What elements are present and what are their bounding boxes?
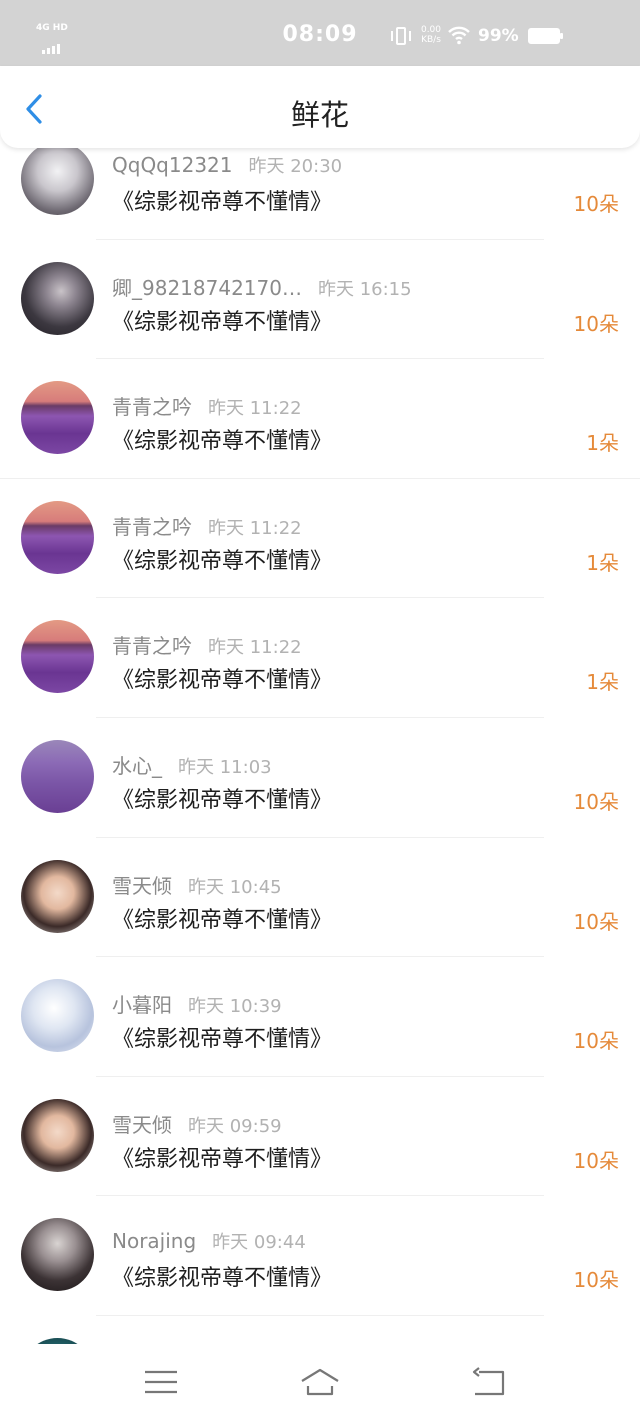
flower-count: 1朵 [586,550,619,575]
avatar[interactable] [21,1218,94,1292]
vibrate-icon [390,26,412,46]
menu-icon[interactable] [141,1366,181,1398]
user-name: 青青之吟 昨天 11:22 [112,514,302,539]
flower-count: 10朵 [573,1029,619,1054]
avatar[interactable] [21,620,94,694]
book-title: 《综影视帝尊不懂情》 [112,668,333,694]
book-title: 《综影视帝尊不懂情》 [112,190,333,215]
gift-time: 昨天 11:22 [208,637,302,659]
book-title: 《综影视帝尊不懂情》 [112,1027,333,1053]
user-name: Norajing 昨天 09:44 [112,1229,306,1254]
user-name: 雪天倾 昨天 10:45 [112,873,282,898]
battery-percent: 99% [478,26,519,46]
gift-time: 昨天 09:44 [212,1232,306,1254]
flower-count: 10朵 [573,311,619,336]
avatar[interactable] [21,148,94,215]
network-speed-unit: KB/s [421,35,441,45]
gift-time: 昨天 11:22 [208,517,302,539]
avatar[interactable] [21,859,94,933]
list-item[interactable]: Norajing 昨天 09:44 《综影视帝尊不懂情》 10朵 [0,1196,640,1316]
user-name: 卿_98218742170… 昨天 16:15 [112,275,412,300]
status-bar: 4G HD 08:09 0.00 KB/s 99% [0,0,640,66]
header: 鲜花 [0,66,640,148]
list-item[interactable]: 卿_98218742170… 昨天 16:15 《综影视帝尊不懂情》 10朵 [0,240,640,360]
list-item[interactable]: 雪天倾 昨天 10:45 《综影视帝尊不懂情》 10朵 [0,838,640,958]
gift-time: 昨天 10:45 [188,876,282,898]
list-item[interactable]: 青青之吟 昨天 11:22 《综影视帝尊不懂情》 1朵 [0,598,640,718]
book-title: 《综影视帝尊不懂情》 [112,548,333,574]
list-item[interactable]: 小暮阳 昨天 10:39 《综影视帝尊不懂情》 10朵 [0,957,640,1077]
user-name: 青青之吟 昨天 11:22 [112,634,302,659]
back-arrow-icon[interactable] [469,1366,509,1398]
book-title: 《综影视帝尊不懂情》 [112,309,333,335]
page-title: 鲜花 [290,98,349,132]
gift-time: 昨天 20:30 [248,156,343,177]
list-item[interactable]: 青青之吟 昨天 11:22 《综影视帝尊不懂情》 1朵 [0,479,640,599]
user-name: 小暮阳 昨天 10:39 [112,993,282,1018]
flower-count: 10朵 [573,909,619,934]
book-title: 《综影视帝尊不懂情》 [112,787,333,813]
flower-count: 10朵 [573,1268,619,1293]
user-name: 青青之吟 昨天 11:22 [112,395,302,420]
book-title: 《综影视帝尊不懂情》 [112,1266,333,1292]
avatar[interactable] [21,739,94,813]
flower-count: 1朵 [586,670,619,695]
book-title: 《综影视帝尊不懂情》 [112,429,333,455]
system-navigation-bar [0,1344,640,1422]
gift-time: 昨天 09:59 [188,1115,282,1137]
list-item[interactable]: 水心_ 昨天 11:03 《综影视帝尊不懂情》 10朵 [0,718,640,838]
book-title: 《综影视帝尊不懂情》 [112,907,333,933]
avatar[interactable] [21,381,94,455]
network-speed-value: 0.00 [420,25,442,35]
avatar[interactable] [21,261,94,335]
user-name: QqQq12321 昨天 20:30 [112,153,343,177]
gift-time: 昨天 16:15 [317,278,412,300]
flower-count: 10朵 [573,1148,619,1173]
flower-count: 10朵 [573,192,619,216]
avatar[interactable] [21,1098,94,1172]
avatar[interactable] [21,500,94,574]
flower-count: 10朵 [573,789,619,814]
network-speed: 0.00 KB/s [418,25,444,45]
gift-time: 昨天 10:39 [188,996,282,1018]
user-name: 水心_ 昨天 11:03 [112,753,272,778]
gift-time: 昨天 11:03 [178,756,272,778]
wifi-icon [448,26,470,45]
flower-count: 1朵 [586,431,619,456]
list-item[interactable]: QqQq12321 昨天 20:30 《综影视帝尊不懂情》 10朵 [0,148,640,240]
flower-gift-list[interactable]: QqQq12321 昨天 20:30 《综影视帝尊不懂情》 10朵 卿_98218… [0,148,640,1344]
home-icon[interactable] [300,1366,340,1398]
avatar[interactable] [21,979,94,1053]
gift-time: 昨天 11:22 [208,398,302,420]
battery-icon [528,28,563,44]
book-title: 《综影视帝尊不懂情》 [112,1146,333,1172]
list-item[interactable]: 雪天倾 昨天 09:59 《综影视帝尊不懂情》 10朵 [0,1077,640,1197]
user-name: 雪天倾 昨天 09:59 [112,1112,282,1137]
list-item[interactable]: 青青之吟 昨天 11:22 《综影视帝尊不懂情》 1朵 [0,359,640,479]
list-item[interactable] [0,1316,640,1344]
